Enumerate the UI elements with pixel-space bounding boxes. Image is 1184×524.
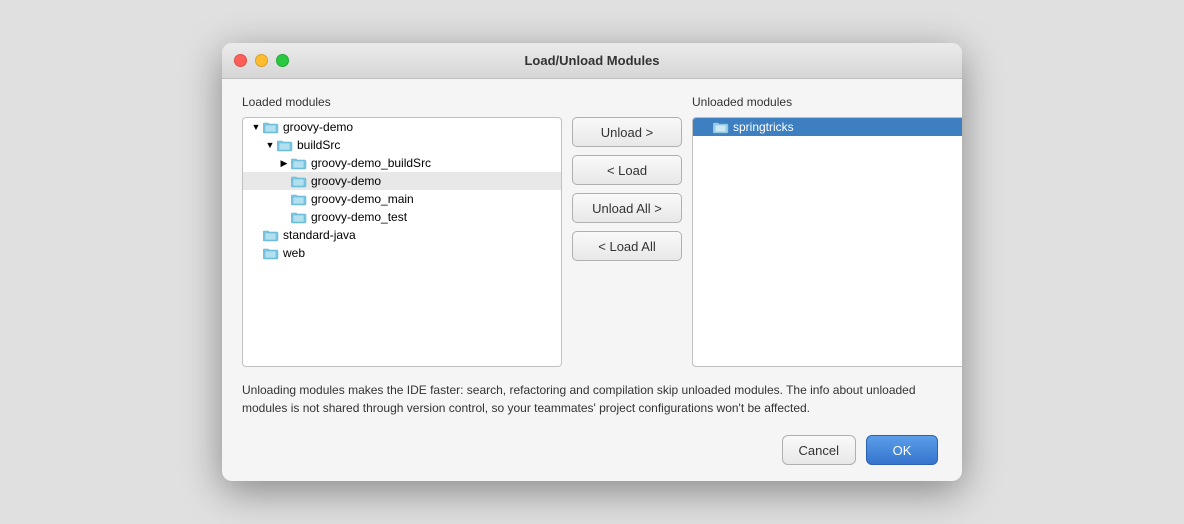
- item-text: buildSrc: [297, 138, 340, 152]
- expand-icon: [277, 192, 291, 206]
- folder-icon: [291, 157, 307, 170]
- item-text: groovy-demo: [311, 174, 381, 188]
- cancel-button[interactable]: Cancel: [782, 435, 856, 465]
- item-text: groovy-demo_main: [311, 192, 414, 206]
- close-button[interactable]: [234, 54, 247, 67]
- footer-row: Cancel OK: [242, 427, 942, 469]
- list-item[interactable]: groovy-demo_test: [243, 208, 561, 226]
- list-item[interactable]: groovy-demo_main: [243, 190, 561, 208]
- item-text: standard-java: [283, 228, 356, 242]
- folder-icon: [291, 175, 307, 188]
- info-text: Unloading modules makes the IDE faster: …: [242, 377, 942, 417]
- unloaded-modules-list[interactable]: springtricks: [692, 117, 962, 367]
- list-item[interactable]: web: [243, 244, 561, 262]
- expand-icon: [277, 210, 291, 224]
- dialog-window: Load/Unload Modules Loaded modules ▼: [222, 43, 962, 481]
- folder-icon: [291, 211, 307, 224]
- item-text: groovy-demo_buildSrc: [311, 156, 431, 170]
- expand-icon: [249, 228, 263, 242]
- loaded-modules-list[interactable]: ▼ groovy-demo ▼: [242, 117, 562, 367]
- dialog-content: Loaded modules ▼ groovy-demo: [222, 79, 962, 481]
- titlebar: Load/Unload Modules: [222, 43, 962, 79]
- window-title: Load/Unload Modules: [524, 53, 659, 68]
- unload-button[interactable]: Unload >: [572, 117, 682, 147]
- action-buttons-column: Unload > < Load Unload All > < Load All: [562, 117, 692, 261]
- loaded-panel-label: Loaded modules: [242, 95, 562, 109]
- folder-icon: [291, 193, 307, 206]
- item-text: groovy-demo: [283, 120, 353, 134]
- load-all-button[interactable]: < Load All: [572, 231, 682, 261]
- expand-icon: ▼: [263, 138, 277, 152]
- list-item[interactable]: springtricks: [693, 118, 962, 136]
- expand-icon: ▼: [249, 120, 263, 134]
- item-text: groovy-demo_test: [311, 210, 407, 224]
- expand-icon: [277, 174, 291, 188]
- ok-button[interactable]: OK: [866, 435, 938, 465]
- list-item[interactable]: ▼ groovy-demo: [243, 118, 561, 136]
- list-item[interactable]: ▶ groovy-demo_buildSrc: [243, 154, 561, 172]
- maximize-button[interactable]: [276, 54, 289, 67]
- item-text: springtricks: [733, 120, 794, 134]
- folder-icon: [277, 139, 293, 152]
- panels-row: Loaded modules ▼ groovy-demo: [242, 95, 942, 367]
- item-text: web: [283, 246, 305, 260]
- unload-all-button[interactable]: Unload All >: [572, 193, 682, 223]
- load-button[interactable]: < Load: [572, 155, 682, 185]
- unloaded-panel-label: Unloaded modules: [692, 95, 962, 109]
- unloaded-panel: Unloaded modules springtricks: [692, 95, 962, 367]
- expand-icon: [249, 246, 263, 260]
- folder-icon: [263, 247, 279, 260]
- minimize-button[interactable]: [255, 54, 268, 67]
- expand-icon: ▶: [277, 156, 291, 170]
- loaded-panel: Loaded modules ▼ groovy-demo: [242, 95, 562, 367]
- folder-icon: [263, 229, 279, 242]
- list-item[interactable]: ▼ buildSrc: [243, 136, 561, 154]
- list-item[interactable]: standard-java: [243, 226, 561, 244]
- folder-icon: [713, 121, 729, 134]
- traffic-lights: [234, 54, 289, 67]
- expand-icon: [699, 120, 713, 134]
- folder-icon: [263, 121, 279, 134]
- list-item[interactable]: groovy-demo: [243, 172, 561, 190]
